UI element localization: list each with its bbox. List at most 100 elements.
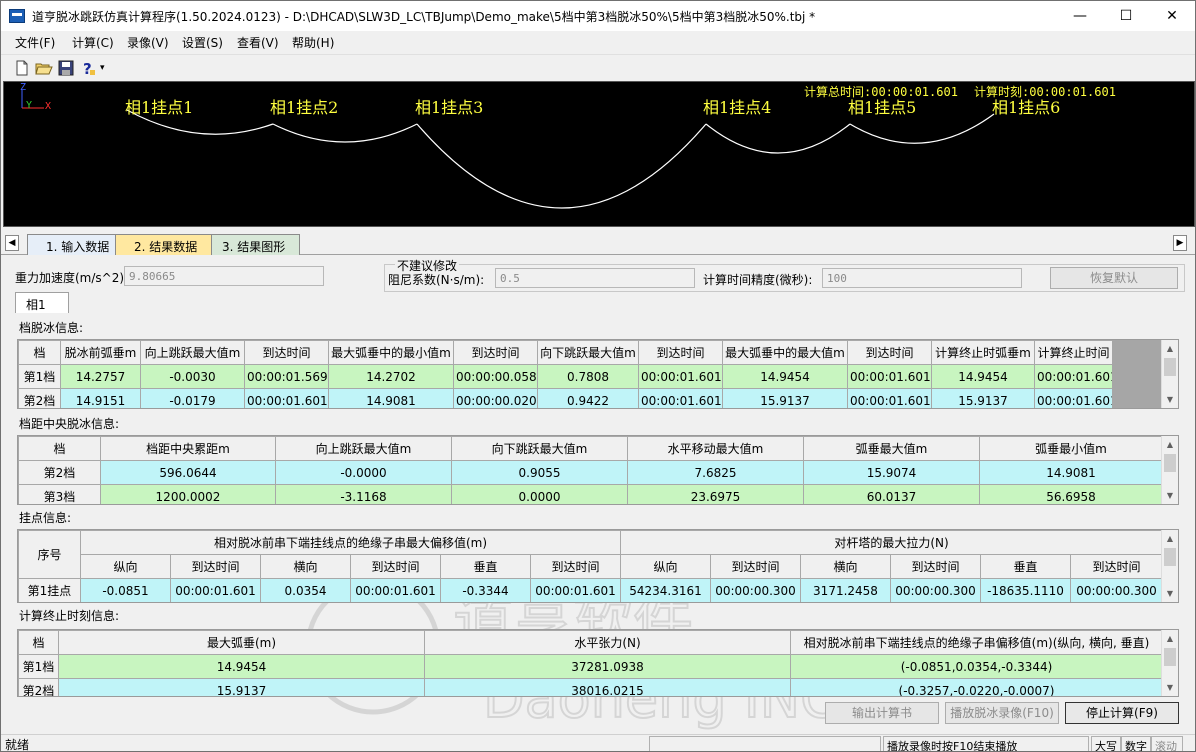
table-cell[interactable]: 00:00:01.601 [170,578,261,602]
table-row[interactable]: 第1档 14.9454 37281.0938 (-0.0851,0.0354,-… [18,654,1163,679]
save-icon[interactable] [57,59,75,77]
table-cell[interactable]: (-0.0851,0.0354,-0.3344) [790,654,1163,679]
menu-file[interactable]: 文件(F) [15,34,55,51]
table-cell[interactable]: 14.2757 [60,364,141,389]
table-cell[interactable]: 00:00:01.601 [638,364,723,389]
scroll-thumb[interactable] [1164,648,1176,666]
table-cell[interactable]: 60.0137 [803,484,980,504]
stop-compute-button[interactable]: 停止计算(F9) [1065,702,1179,724]
table-cell[interactable]: 00:00:00.058 [453,364,538,389]
table-cell[interactable]: -0.3344 [440,578,531,602]
table-cell[interactable]: 00:00:00.300 [890,578,981,602]
scroll-down-icon[interactable]: ▼ [1162,679,1178,696]
restore-defaults-button[interactable]: 恢复默认 [1050,267,1178,289]
table-cell[interactable]: 00:00:01.601 [1034,388,1113,408]
menu-compute[interactable]: 计算(C) [72,34,114,51]
tab-scroll-left-icon[interactable]: ◀ [5,235,19,251]
table-cell[interactable]: 37281.0938 [424,654,791,679]
center-ice-scrollbar[interactable]: ▲ ▼ [1161,436,1178,504]
center-ice-grid[interactable]: 档 档距中央累距m 向上跳跃最大值m 向下跳跃最大值m 水平移动最大值m 弧垂最… [17,435,1179,505]
table-cell[interactable]: -0.0000 [275,460,452,485]
table-row[interactable]: 第1挂点 -0.0851 00:00:01.601 0.0354 00:00:0… [18,578,1163,602]
table-cell[interactable]: 7.6825 [627,460,804,485]
table-cell[interactable]: 3171.2458 [800,578,891,602]
table-cell[interactable]: 00:00:01.601 [244,388,329,408]
span-ice-grid[interactable]: 档 脱冰前弧垂m 向上跳跃最大值m 到达时间 最大弧垂中的最小值m 到达时间 向… [17,339,1179,409]
table-cell[interactable]: 00:00:01.601 [350,578,441,602]
scroll-up-icon[interactable]: ▲ [1162,436,1178,453]
damping-input[interactable]: 0.5 [495,268,695,288]
table-cell[interactable]: 00:00:01.601 [1034,364,1113,389]
scroll-up-icon[interactable]: ▲ [1162,630,1178,647]
scroll-thumb[interactable] [1164,454,1176,472]
scroll-thumb[interactable] [1164,548,1176,566]
tab-result-data[interactable]: 2. 结果数据 [115,234,213,255]
table-cell[interactable]: 14.2702 [328,364,454,389]
menu-settings[interactable]: 设置(S) [182,34,223,51]
table-cell[interactable]: -0.0851 [80,578,171,602]
table-cell[interactable]: 1200.0002 [100,484,276,504]
table-cell[interactable]: -0.0030 [140,364,245,389]
table-cell[interactable]: 15.9074 [803,460,980,485]
end-info-grid[interactable]: 档 最大弧垂(m) 水平张力(N) 相对脱冰前串下端挂线点的绝缘子串偏移值(m)… [17,629,1179,697]
table-cell[interactable]: -18635.1110 [980,578,1071,602]
table-cell[interactable]: 00:00:01.569 [244,364,329,389]
table-cell[interactable]: 00:00:01.601 [847,388,932,408]
tab-input-data[interactable]: 1. 输入数据 [27,234,125,255]
maximize-button[interactable]: ☐ [1103,1,1149,31]
table-cell[interactable]: 15.9137 [58,678,425,696]
table-cell[interactable]: 0.0000 [451,484,628,504]
table-cell[interactable]: -0.0179 [140,388,245,408]
scroll-down-icon[interactable]: ▼ [1162,585,1178,602]
precision-input[interactable]: 100 [822,268,1022,288]
help-icon[interactable]: ? [79,59,97,77]
table-row[interactable]: 第3档 1200.0002 -3.1168 0.0000 23.6975 60.… [18,484,1163,504]
table-cell[interactable]: 0.7808 [537,364,639,389]
phase-tab[interactable]: 相1 [15,292,69,313]
scroll-down-icon[interactable]: ▼ [1162,487,1178,504]
table-cell[interactable]: 15.9137 [722,388,848,408]
table-row[interactable]: 第2档 14.9151 -0.0179 00:00:01.601 14.9081… [18,388,1113,408]
table-cell[interactable]: 00:00:00.300 [1070,578,1163,602]
menu-help[interactable]: 帮助(H) [292,34,334,51]
tab-scroll-right-icon[interactable]: ▶ [1173,235,1187,251]
table-cell[interactable]: 38016.0215 [424,678,791,696]
table-cell[interactable]: 0.9422 [537,388,639,408]
table-cell[interactable]: 00:00:01.601 [847,364,932,389]
table-row[interactable]: 第2档 15.9137 38016.0215 (-0.3257,-0.0220,… [18,678,1163,696]
table-cell[interactable]: 00:00:00.300 [710,578,801,602]
table-row[interactable]: 第2档 596.0644 -0.0000 0.9055 7.6825 15.90… [18,460,1163,485]
menu-record[interactable]: 录像(V) [127,34,169,51]
table-cell[interactable]: 14.9454 [58,654,425,679]
gravity-input[interactable]: 9.80665 [124,266,324,286]
table-cell[interactable]: 00:00:01.601 [638,388,723,408]
table-cell[interactable]: 56.6958 [979,484,1163,504]
menu-view[interactable]: 查看(V) [237,34,279,51]
toolbar-dropdown-icon[interactable]: ▾ [100,63,105,73]
open-folder-icon[interactable] [35,59,53,77]
span-ice-scrollbar[interactable]: ▲ ▼ [1161,340,1178,408]
play-recording-button[interactable]: 播放脱冰录像(F10) [945,702,1059,724]
minimize-button[interactable]: — [1057,1,1103,31]
table-cell[interactable]: 14.9454 [931,364,1035,389]
new-file-icon[interactable] [13,59,31,77]
table-cell[interactable]: -3.1168 [275,484,452,504]
table-cell[interactable]: 0.9055 [451,460,628,485]
attach-scrollbar[interactable]: ▲ ▼ [1161,530,1178,602]
table-row[interactable]: 第1档 14.2757 -0.0030 00:00:01.569 14.2702… [18,364,1113,389]
table-cell[interactable]: 23.6975 [627,484,804,504]
table-cell[interactable]: 15.9137 [931,388,1035,408]
attach-grid[interactable]: 序号 相对脱冰前串下端挂线点的绝缘子串最大偏移值(m) 对杆塔的最大拉力(N) … [17,529,1179,603]
scroll-thumb[interactable] [1164,358,1176,376]
table-cell[interactable]: 14.9081 [979,460,1163,485]
table-cell[interactable]: 14.9081 [328,388,454,408]
table-cell[interactable]: (-0.3257,-0.0220,-0.0007) [790,678,1163,696]
scroll-up-icon[interactable]: ▲ [1162,340,1178,357]
table-cell[interactable]: 0.0354 [260,578,351,602]
table-cell[interactable]: 00:00:00.020 [453,388,538,408]
close-button[interactable]: ✕ [1149,1,1195,31]
end-info-scrollbar[interactable]: ▲ ▼ [1161,630,1178,696]
table-cell[interactable]: 14.9151 [60,388,141,408]
scroll-down-icon[interactable]: ▼ [1162,391,1178,408]
scroll-up-icon[interactable]: ▲ [1162,530,1178,547]
